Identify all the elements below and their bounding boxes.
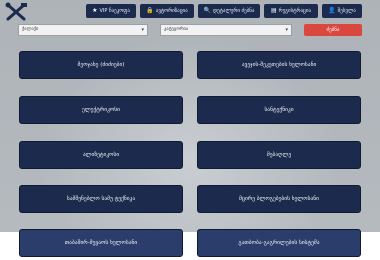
category-furniture-repair[interactable]: ავეჯის-შეკეთების ხელოსანი: [197, 51, 361, 79]
category-plumber[interactable]: სანტექნიკი: [197, 96, 361, 124]
category-cosmetician[interactable]: ალიზეტიკოსი: [19, 141, 183, 169]
page-background: [0, 0, 380, 260]
category-babysitters[interactable]: მეოჯახე (ძიძიები): [19, 51, 183, 79]
category-select[interactable]: კატეგორია ▾: [160, 24, 292, 36]
category-gardener[interactable]: მებაღლე: [197, 141, 361, 169]
category-electrician[interactable]: ელექტრიკოსი: [19, 96, 183, 124]
category-construction-machinery[interactable]: სამშენებლო სამუ ტექნიკა: [19, 185, 183, 213]
nav-detailed-search-button[interactable]: 🔍 დეტალური ძებნა: [198, 4, 260, 18]
chevron-down-icon: ▾: [141, 27, 144, 33]
nav-auth-label: ავტორიზაცია: [155, 8, 188, 14]
chevron-down-icon: ▾: [285, 27, 288, 33]
nav-register-button[interactable]: ▤ რეგისტრაცია: [264, 4, 318, 18]
search-button[interactable]: ძებნა: [304, 24, 362, 36]
nav-register-label: რეგისტრაცია: [278, 8, 312, 14]
nav-vip-button[interactable]: ★ VIP ჩაეკოფა: [86, 4, 136, 18]
nav-detailed-search-label: დეტალური ძებნა: [213, 8, 255, 14]
list-icon: ▤: [270, 7, 277, 14]
category-select-value: კატეგორია: [164, 27, 189, 32]
city-select[interactable]: ქალაქი ▾: [18, 24, 148, 36]
logo[interactable]: [4, 2, 30, 22]
lock-icon: 🔒: [146, 7, 154, 14]
nav-login-label: შესვლა: [337, 8, 356, 14]
nav-login-button[interactable]: 👤 შესვლა: [322, 4, 362, 18]
star-icon: ★: [92, 7, 98, 14]
nav-auth-button[interactable]: 🔒 ავტორიზაცია: [140, 4, 194, 18]
city-select-value: ქალაქი: [22, 27, 39, 32]
tools-logo-icon: [5, 2, 27, 21]
category-small-repairs[interactable]: მცირე ბლოგებების ხელოსანი: [197, 185, 361, 213]
search-icon: 🔍: [203, 7, 212, 14]
category-drywall[interactable]: თაბაშირ-მუყაოს ხელოსანი: [19, 229, 183, 257]
user-icon: 👤: [328, 7, 336, 14]
nav-vip-label: VIP ჩაეკოფა: [99, 8, 130, 14]
category-heating-cooling[interactable]: გათბობა-გაგრილების სისტემა: [197, 229, 361, 257]
